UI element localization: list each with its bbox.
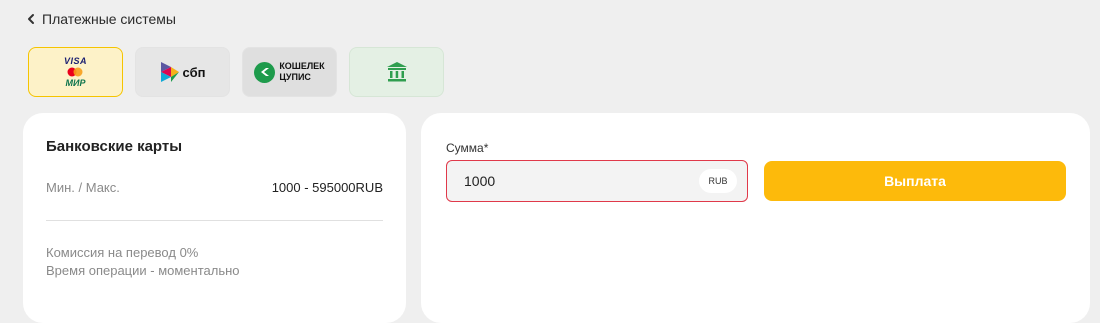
limits-value: 1000 - 595000RUB [271, 180, 383, 195]
payout-button[interactable]: Выплата [764, 161, 1066, 201]
bank-icon [386, 62, 407, 82]
cupis-icon [254, 61, 276, 83]
method-bank-cards[interactable]: VISA МИР [28, 47, 123, 97]
chevron-left-icon [28, 14, 34, 24]
amount-input[interactable] [462, 172, 696, 190]
method-title: Банковские карты [46, 138, 183, 155]
method-info-panel: Банковские карты Мин. / Макс. 1000 - 595… [23, 113, 406, 323]
page-title: Платежные системы [42, 11, 176, 27]
operation-time-text: Время операции - моментально [46, 263, 240, 278]
sbp-icon [160, 62, 179, 82]
mastercard-icon [67, 67, 83, 77]
commission-text: Комиссия на перевод 0% [46, 245, 199, 260]
withdraw-form: Сумма* RUB Выплата [421, 113, 1090, 323]
currency-badge: RUB [699, 169, 737, 193]
cupis-line2: ЦУПИС [279, 72, 311, 82]
payment-methods: VISA МИР сбп КОШЕЛЕК ЦУПИС [28, 47, 456, 97]
visa-logo-text: VISA [63, 56, 87, 66]
divider [46, 220, 383, 221]
amount-label: Сумма* [446, 141, 489, 155]
mir-logo-text: МИР [65, 78, 86, 88]
sbp-logo-text: сбп [182, 64, 206, 80]
cupis-line1: КОШЕЛЕК [279, 61, 325, 71]
limits-label: Мин. / Макс. [46, 180, 120, 195]
method-cupis-wallet[interactable]: КОШЕЛЕК ЦУПИС [242, 47, 337, 97]
visa-mir-logo: VISA МИР [64, 56, 87, 88]
amount-field[interactable]: RUB [446, 160, 748, 202]
method-sbp[interactable]: сбп [135, 47, 230, 97]
method-bank[interactable] [349, 47, 444, 97]
back-button[interactable]: Платежные системы [24, 9, 176, 29]
